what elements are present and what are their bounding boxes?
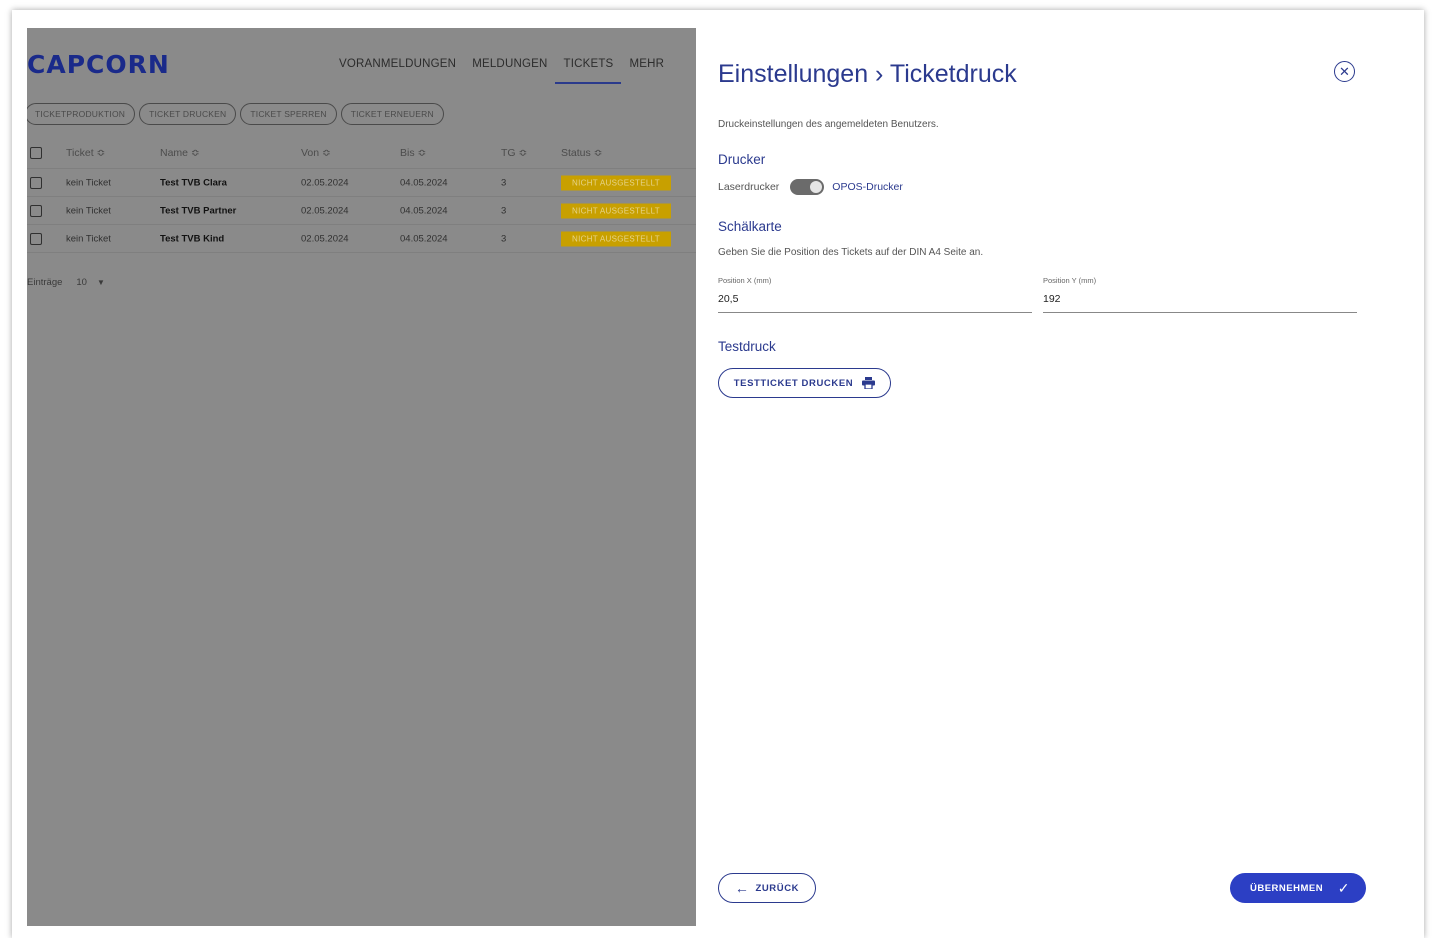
cell-name: Test TVB Clara [160,177,227,188]
col-von-header[interactable]: Von ≎ [301,147,331,159]
entries-value[interactable]: 10 [76,277,87,288]
cell-von: 02.05.2024 [301,233,349,244]
position-x-label: Position X (mm) [718,276,772,285]
position-x-field[interactable]: Position X (mm) 20,5 [718,276,1032,313]
printer-toggle-row: Laserdrucker OPOS-Drucker [718,179,903,195]
laserdrucker-label: Laserdrucker [718,181,780,193]
row-checkbox[interactable] [30,232,42,245]
position-x-input[interactable]: 20,5 [718,293,1032,312]
position-y-input[interactable]: 192 [1043,293,1357,312]
testdruck-heading: Testdruck [718,339,776,354]
nav-voranmeldungen[interactable]: VORANMELDUNGEN [331,58,464,84]
cell-von: 02.05.2024 [301,177,349,188]
cell-bis: 04.05.2024 [400,233,448,244]
nav-tickets[interactable]: TICKETS [555,58,622,84]
back-button[interactable]: ← ZURÜCK [718,873,816,903]
close-icon[interactable]: ✕ [1334,61,1355,82]
apply-button[interactable]: ÜBERNEHMEN ✓ [1230,873,1366,903]
col-bis-header[interactable]: Bis ≎ [400,147,426,159]
ticketproduktion-button[interactable]: TICKETPRODUKTION [27,103,136,125]
arrow-left-icon: ← [734,880,750,896]
ticket-actions: TICKETPRODUKTION TICKET DRUCKEN TICKET S… [27,103,444,125]
position-y-field[interactable]: Position Y (mm) 192 [1043,276,1357,313]
entries-label: Einträge [27,277,63,288]
cell-bis: 04.05.2024 [400,177,448,188]
tickets-table: Ticket ≎ Name ≎ Von ≎ Bis ≎ TG ≎ Status … [27,138,696,253]
intro-text: Druckeinstellungen des angemeldeten Benu… [718,119,939,130]
cell-tg: 3 [501,205,507,216]
back-label: ZURÜCK [755,882,800,894]
settings-panel: Einstellungen › Ticketdruck ✕ Druckeinst… [696,28,1416,926]
capcorn-logo: CAPCORN [27,50,170,79]
table-header: Ticket ≎ Name ≎ Von ≎ Bis ≎ TG ≎ Status … [27,138,696,169]
background-app: CAPCORN VORANMELDUNGEN MELDUNGEN TICKETS… [27,28,696,926]
ticket-drucken-button[interactable]: TICKET DRUCKEN [139,103,237,125]
table-row[interactable]: kein Ticket Test TVB Kind 02.05.2024 04.… [27,225,696,253]
cell-name: Test TVB Kind [160,233,225,244]
nav-mehr[interactable]: MEHR [621,58,672,84]
status-badge: NICHT AUSGESTELLT [561,231,671,246]
row-checkbox[interactable] [30,176,42,189]
select-all-checkbox[interactable] [30,147,42,159]
checkmark-icon: ✓ [1337,879,1350,896]
row-checkbox[interactable] [30,204,42,217]
cell-tg: 3 [501,233,507,244]
cell-von: 02.05.2024 [301,205,349,216]
drucker-heading: Drucker [718,152,766,167]
cell-ticket: kein Ticket [66,233,111,244]
cell-tg: 3 [501,177,507,188]
table-row[interactable]: kein Ticket Test TVB Clara 02.05.2024 04… [27,169,696,197]
table-row[interactable]: kein Ticket Test TVB Partner 02.05.2024 … [27,197,696,225]
col-tg-header[interactable]: TG ≎ [501,147,527,159]
cell-ticket: kein Ticket [66,177,111,188]
cell-name: Test TVB Partner [160,205,237,216]
printer-toggle[interactable] [790,179,825,195]
printer-icon [862,377,876,389]
entries-per-page[interactable]: Einträge 10 ▼ [27,277,105,288]
col-name-header[interactable]: Name ≎ [160,147,200,159]
schaelkarte-description: Geben Sie die Position des Tickets auf d… [718,247,984,258]
apply-label: ÜBERNEHMEN [1250,882,1324,894]
schaelkarte-heading: Schälkarte [718,219,782,234]
ticket-sperren-button[interactable]: TICKET SPERREN [240,103,337,125]
testticket-drucken-label: TESTTICKET DRUCKEN [733,377,854,389]
nav-meldungen[interactable]: MELDUNGEN [464,58,555,84]
testticket-drucken-button[interactable]: TESTTICKET DRUCKEN [718,368,891,398]
status-badge: NICHT AUSGESTELLT [561,175,671,190]
ticket-erneuern-button[interactable]: TICKET ERNEUERN [340,103,444,125]
cell-ticket: kein Ticket [66,205,111,216]
cell-bis: 04.05.2024 [400,205,448,216]
position-y-label: Position Y (mm) [1043,276,1097,285]
chevron-down-icon[interactable]: ▼ [97,278,105,287]
opos-drucker-label: OPOS-Drucker [832,181,903,193]
status-badge: NICHT AUSGESTELLT [561,203,671,218]
top-navigation: VORANMELDUNGEN MELDUNGEN TICKETS MEHR [331,58,672,84]
col-ticket-header[interactable]: Ticket ≎ [66,147,105,159]
toggle-knob [810,181,823,193]
col-status-header[interactable]: Status ≎ [561,147,602,159]
panel-title: Einstellungen › Ticketdruck [718,60,1017,88]
